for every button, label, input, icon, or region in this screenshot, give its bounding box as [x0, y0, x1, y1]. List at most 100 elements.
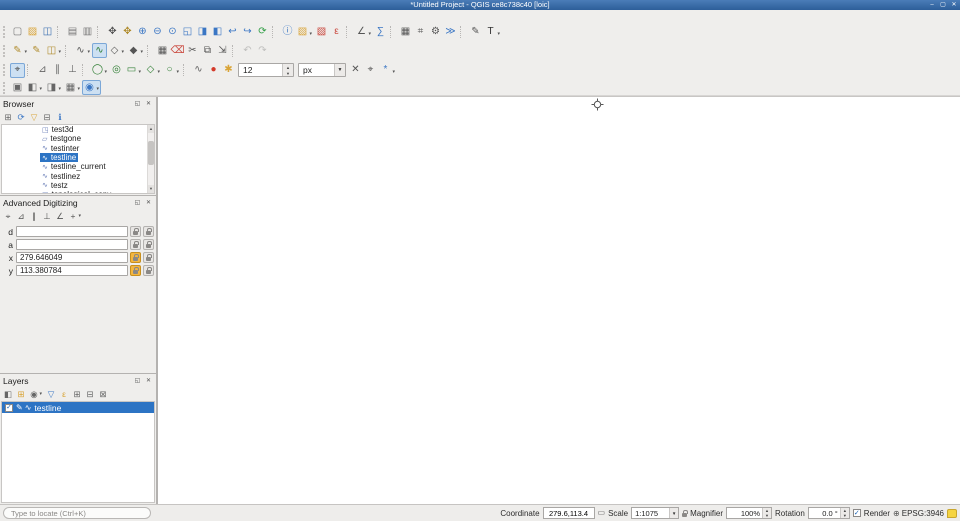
- browser-item[interactable]: ∿testline: [2, 153, 147, 162]
- lock-button[interactable]: [130, 265, 141, 276]
- rotation-spinbox[interactable]: 0.0 ° ▲▼: [808, 507, 850, 519]
- browser-item[interactable]: ∿testinter: [2, 144, 147, 153]
- paste-features-button[interactable]: ⇲: [215, 43, 230, 58]
- lock-button[interactable]: [130, 226, 141, 237]
- layer-item[interactable]: ✓ ✎ ∿ testline: [2, 402, 154, 413]
- render-checkbox[interactable]: ✓: [853, 509, 861, 517]
- select-by-expression-button[interactable]: ε: [329, 25, 344, 40]
- zoom-next-button[interactable]: ↪: [240, 25, 255, 40]
- construction-guides-button[interactable]: ⌖: [363, 63, 378, 78]
- field-input[interactable]: 279.646049: [16, 252, 128, 263]
- refresh-map-button[interactable]: ⟳: [255, 25, 270, 40]
- field-input[interactable]: 113.380784: [16, 265, 128, 276]
- zoom-to-layer-button[interactable]: ◧: [210, 25, 225, 40]
- open-project-button[interactable]: ▨: [25, 25, 40, 40]
- repeat-lock-button[interactable]: [143, 265, 154, 276]
- perpendicular-button[interactable]: ⊥: [41, 210, 53, 222]
- zoom-to-selection-button[interactable]: ◨: [195, 25, 210, 40]
- collapse-all-button[interactable]: ⊟: [84, 388, 96, 400]
- text-annotation-button[interactable]: T: [483, 25, 502, 40]
- zoom-in-button[interactable]: ⊕: [135, 25, 150, 40]
- zoom-full-button[interactable]: ◱: [180, 25, 195, 40]
- map-themes-dropdown-button[interactable]: ◧: [25, 80, 44, 95]
- messages-icon[interactable]: [947, 509, 957, 518]
- maximize-button[interactable]: ▢: [939, 1, 947, 10]
- parallel-constraint-button[interactable]: ∥: [50, 63, 65, 78]
- construction-guides-button[interactable]: +: [67, 210, 83, 222]
- layer-styling-button[interactable]: ▣: [10, 80, 25, 95]
- circle-from-2-points-button[interactable]: ◯: [90, 63, 109, 78]
- undo-button[interactable]: ↶: [240, 43, 255, 58]
- tree-scrollbar[interactable]: ▲ ▼: [147, 125, 154, 193]
- magnifier-spinbox[interactable]: 100% ▲▼: [726, 507, 772, 519]
- chevron-down-icon[interactable]: ▼: [669, 508, 678, 518]
- field-input[interactable]: [16, 226, 128, 237]
- new-project-button[interactable]: ▢: [10, 25, 25, 40]
- toolbar-grip[interactable]: [3, 26, 7, 38]
- digitize-with-segment-button[interactable]: ∿: [73, 43, 92, 58]
- collapse-all-button[interactable]: ⊟: [41, 111, 53, 123]
- new-print-layout-button[interactable]: ▤: [65, 25, 80, 40]
- symbology-dropdown-button[interactable]: ▦: [63, 80, 82, 95]
- save-project-button[interactable]: ◫: [40, 25, 55, 40]
- parallel-button[interactable]: ∥: [28, 210, 40, 222]
- pan-map-button[interactable]: ✥: [105, 25, 120, 40]
- add-line-feature-button[interactable]: ∿: [92, 43, 107, 58]
- enable-advanced-digitizing-button[interactable]: ⌖: [10, 63, 25, 78]
- common-angles-button[interactable]: ∠: [54, 210, 66, 222]
- spin-down-button[interactable]: ▼: [283, 70, 293, 76]
- regular-polygon-button[interactable]: ◇: [143, 63, 162, 78]
- zoom-last-button[interactable]: ↩: [225, 25, 240, 40]
- filter-by-expression-button[interactable]: ε: [58, 388, 70, 400]
- modify-attributes-button[interactable]: ▦: [155, 43, 170, 58]
- spin-down-button[interactable]: ▼: [763, 513, 771, 518]
- snapping-toggle-button[interactable]: ◉: [82, 80, 101, 95]
- float-panel-button[interactable]: ◱: [133, 99, 142, 108]
- copy-features-button[interactable]: ⧉: [200, 43, 215, 58]
- remove-layer-button[interactable]: ⊠: [97, 388, 109, 400]
- enable-advanced-digitizing-button[interactable]: ⌖: [2, 210, 14, 222]
- toggle-extents-icon[interactable]: ▭: [598, 509, 606, 517]
- select-features-button[interactable]: ▧: [295, 25, 314, 40]
- refresh-browser-button[interactable]: ⟳: [15, 111, 27, 123]
- pan-to-selection-button[interactable]: ✥: [120, 25, 135, 40]
- scroll-up-icon[interactable]: ▲: [148, 125, 154, 133]
- minimize-button[interactable]: –: [928, 1, 936, 10]
- map-canvas[interactable]: [158, 97, 960, 504]
- lock-button[interactable]: [130, 239, 141, 250]
- browser-item[interactable]: ∿testline_current: [2, 162, 147, 171]
- browser-item[interactable]: ▱testgone: [2, 134, 147, 143]
- measure-button[interactable]: ∠: [354, 25, 373, 40]
- snapping-dropdown-button[interactable]: *: [378, 63, 397, 78]
- filter-browser-button[interactable]: ▽: [28, 111, 40, 123]
- browser-item[interactable]: ◳test3d: [2, 125, 147, 134]
- browser-item[interactable]: ▦topological_copy: [2, 190, 147, 194]
- statistical-summary-button[interactable]: ∑: [373, 25, 388, 40]
- rectangle-from-extent-button[interactable]: ▭: [124, 63, 143, 78]
- zoom-out-button[interactable]: ⊖: [150, 25, 165, 40]
- close-panel-button[interactable]: ✕: [144, 198, 153, 207]
- lock-scale-icon[interactable]: [682, 513, 687, 517]
- toolbar-grip[interactable]: [3, 82, 7, 94]
- coordinate-input[interactable]: [543, 507, 595, 519]
- delete-selected-button[interactable]: ⌫: [170, 43, 185, 58]
- clear-constraints-button[interactable]: ✕: [348, 63, 363, 78]
- vertex-tool-all-layers-button[interactable]: ◇: [107, 43, 126, 58]
- locate-input[interactable]: [3, 507, 151, 519]
- manage-map-themes-button[interactable]: ◉: [28, 388, 44, 400]
- marker-style-button[interactable]: ✱: [221, 63, 236, 78]
- spin-down-button[interactable]: ▼: [841, 513, 849, 518]
- lock-button[interactable]: [130, 252, 141, 263]
- crs-status-button[interactable]: ⊕ EPSG:3946: [893, 509, 944, 518]
- python-console-button[interactable]: ≫: [443, 25, 458, 40]
- stream-digitizing-button[interactable]: ∿: [191, 63, 206, 78]
- close-panel-button[interactable]: ✕: [144, 376, 153, 385]
- field-calculator-button[interactable]: ⌗: [413, 25, 428, 40]
- repeat-lock-button[interactable]: [143, 239, 154, 250]
- add-group-button[interactable]: ⊞: [15, 388, 27, 400]
- identify-features-button[interactable]: ⓘ: [280, 25, 295, 40]
- layout-manager-button[interactable]: ▥: [80, 25, 95, 40]
- toolbar-grip[interactable]: [3, 64, 7, 76]
- cut-features-button[interactable]: ✂: [185, 43, 200, 58]
- layer-visibility-checkbox[interactable]: ✓: [5, 404, 13, 412]
